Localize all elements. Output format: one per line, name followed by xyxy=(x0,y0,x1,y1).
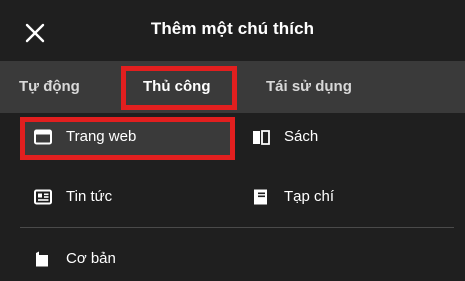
journal-icon xyxy=(252,189,270,205)
add-citation-panel: Thêm một chú thích Tự động Thủ công Tái … xyxy=(0,0,465,281)
section-divider xyxy=(20,227,454,228)
panel-title: Thêm một chú thích xyxy=(150,19,315,38)
tab-manual[interactable]: Thủ công xyxy=(143,78,211,95)
newspaper-icon xyxy=(34,189,52,205)
source-type-basic-label: Cơ bản xyxy=(66,250,116,267)
source-type-webpage[interactable]: Trang web xyxy=(20,117,230,157)
panel-header: Thêm một chú thích xyxy=(0,0,465,61)
source-type-book-label: Sách xyxy=(284,128,319,145)
citation-mode-tabs: Tự động Thủ công Tái sử dụng xyxy=(0,61,465,113)
source-type-magazine-label: Tạp chí xyxy=(284,188,335,205)
book-icon xyxy=(252,129,270,145)
tab-automatic[interactable]: Tự động xyxy=(19,78,80,95)
source-type-news-label: Tin tức xyxy=(66,188,113,205)
source-type-book[interactable]: Sách xyxy=(252,117,452,157)
bookmark-icon xyxy=(34,251,52,267)
source-type-news[interactable]: Tin tức xyxy=(20,177,230,217)
tab-reuse[interactable]: Tái sử dụng xyxy=(266,78,352,95)
source-type-webpage-label: Trang web xyxy=(66,128,137,145)
source-type-magazine[interactable]: Tạp chí xyxy=(252,177,452,217)
browser-window-icon xyxy=(34,129,52,145)
source-type-basic[interactable]: Cơ bản xyxy=(20,239,230,279)
